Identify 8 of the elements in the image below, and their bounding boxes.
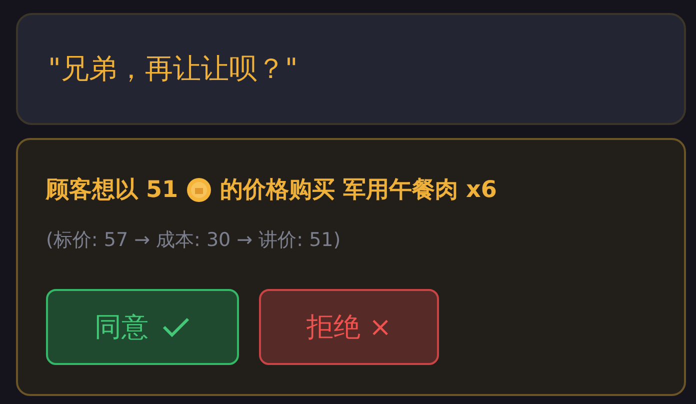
offer-text: 顾客想以 51	[46, 176, 178, 205]
coin-icon	[186, 176, 212, 202]
dialogue-text: "兄弟，再让让呗？"	[48, 51, 298, 87]
reject-button[interactable]: 拒绝 ×	[259, 289, 439, 365]
accept-button[interactable]: 同意	[46, 289, 239, 365]
offer-text: 的价格购买 军用午餐肉 x6	[220, 176, 497, 205]
check-icon	[160, 315, 190, 339]
price-detail: (标价: 57 → 成本: 30 → 讲价: 51)	[46, 228, 342, 253]
